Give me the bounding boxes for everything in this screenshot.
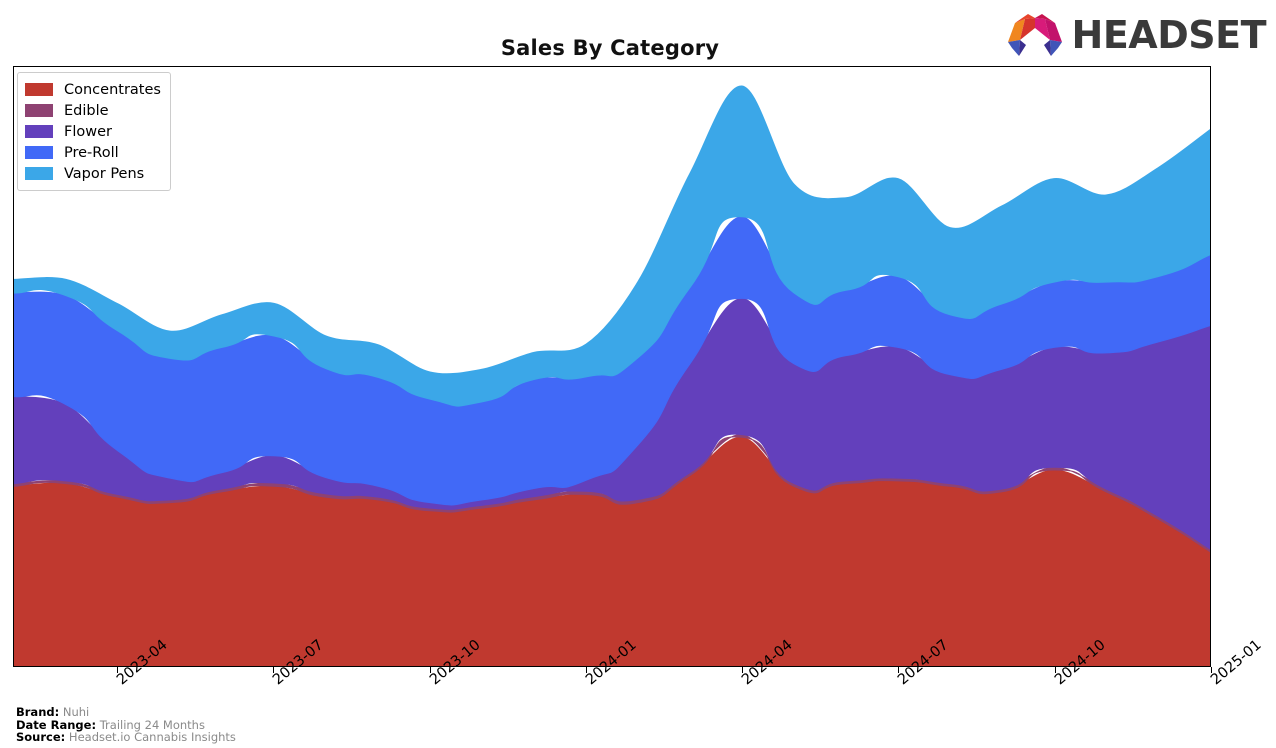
legend-item-concentrates[interactable]: Concentrates bbox=[25, 79, 161, 100]
legend-item-label: Flower bbox=[64, 123, 112, 140]
legend-item-label: Edible bbox=[64, 102, 109, 119]
logo-wordmark: HEADSET bbox=[1071, 13, 1267, 57]
footer-row: Source: Headset.io Cannabis Insights bbox=[16, 731, 236, 744]
legend-swatch-icon bbox=[25, 146, 53, 159]
legend-swatch-icon bbox=[25, 104, 53, 117]
legend-item-pre-roll[interactable]: Pre-Roll bbox=[25, 142, 161, 163]
legend-item-vapor-pens[interactable]: Vapor Pens bbox=[25, 163, 161, 184]
x-axis-tick-label: 2025-01 bbox=[1208, 637, 1265, 689]
headset-arch-logo-icon bbox=[1007, 14, 1062, 56]
chart-legend: Concentrates Edible Flower Pre-Roll Vapor Pe… bbox=[17, 72, 171, 191]
chart-plot-area: Concentrates Edible Flower Pre-Roll Vapor Pe… bbox=[13, 66, 1211, 667]
legend-swatch-icon bbox=[25, 125, 53, 138]
headset-logo: HEADSET bbox=[1006, 11, 1267, 59]
legend-swatch-icon bbox=[25, 167, 53, 180]
legend-item-edible[interactable]: Edible bbox=[25, 100, 161, 121]
legend-item-label: Pre-Roll bbox=[64, 144, 119, 161]
footer-key: Source: bbox=[16, 730, 66, 745]
stacked-area-stream bbox=[14, 85, 1210, 666]
legend-item-label: Concentrates bbox=[64, 81, 161, 98]
legend-item-label: Vapor Pens bbox=[64, 165, 145, 182]
chart-footer: Brand: Nuhi Date Range: Trailing 24 Month… bbox=[16, 706, 236, 744]
legend-item-flower[interactable]: Flower bbox=[25, 121, 161, 142]
legend-swatch-icon bbox=[25, 83, 53, 96]
footer-value: Headset.io Cannabis Insights bbox=[68, 730, 236, 745]
